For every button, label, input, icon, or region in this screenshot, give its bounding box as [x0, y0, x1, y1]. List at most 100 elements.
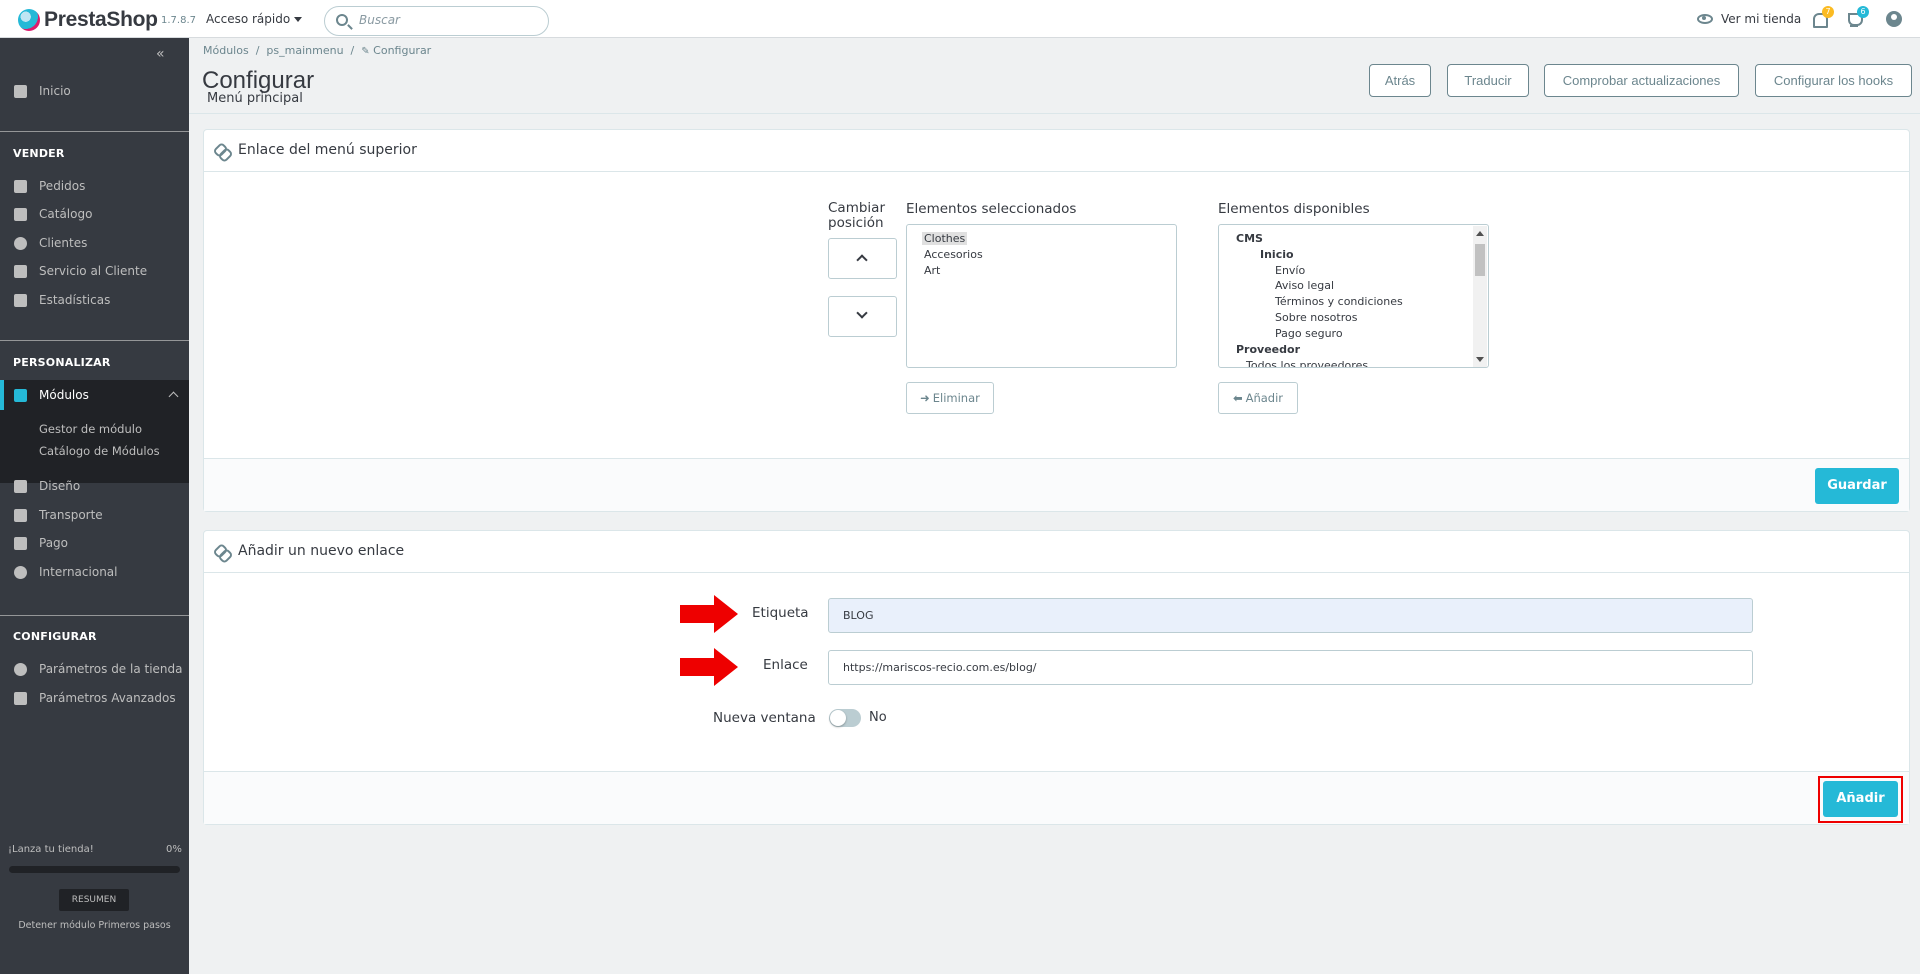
scroll-thumb[interactable]	[1475, 244, 1485, 276]
list-item[interactable]: Inicio	[1260, 248, 1294, 261]
breadcrumb-item[interactable]: ps_mainmenu	[266, 44, 343, 57]
sidebar-item-label: Parámetros de la tienda	[39, 662, 183, 676]
move-up-button[interactable]	[828, 238, 897, 279]
panel-title: Enlace del menú superior	[238, 142, 417, 158]
notification-badge: 7	[1822, 6, 1834, 18]
arrow-left-icon: ⬅	[1232, 391, 1243, 405]
move-down-button[interactable]	[828, 296, 897, 337]
selected-items-list[interactable]: Clothes Accesorios Art	[906, 224, 1177, 368]
sidebar-item-label: Inicio	[39, 84, 71, 98]
page-subtitle: Menú principal	[207, 91, 303, 106]
list-item[interactable]: Sobre nosotros	[1275, 311, 1357, 324]
puzzle-icon	[14, 388, 27, 402]
launch-store-label: ¡Lanza tu tienda!	[8, 844, 94, 855]
stop-onboarding-link[interactable]: Detener módulo Primeros pasos	[0, 920, 189, 931]
available-items-list[interactable]: CMS Inicio Envío Aviso legal Términos y …	[1218, 224, 1489, 368]
list-item[interactable]: Todos los proveedores	[1246, 359, 1368, 367]
puffin-logo-icon	[18, 9, 40, 31]
top-menu-links-panel: Enlace del menú superior Cambiar posición…	[203, 129, 1910, 512]
list-item[interactable]: Proveedor	[1236, 343, 1300, 356]
sidebar-item-label: Parámetros Avanzados	[39, 691, 176, 705]
active-indicator	[0, 380, 4, 410]
list-item[interactable]: Art	[924, 264, 940, 277]
list-scrollbar[interactable]	[1473, 226, 1487, 367]
save-button[interactable]: Guardar	[1815, 468, 1899, 504]
translate-button[interactable]: Traducir	[1447, 64, 1529, 97]
version-label: 1.7.8.7	[161, 15, 196, 26]
list-item[interactable]: Términos y condiciones	[1275, 295, 1403, 308]
breadcrumb-item[interactable]: Módulos	[203, 44, 249, 57]
label-input[interactable]: BLOG	[828, 598, 1753, 633]
trophy-icon[interactable]: 6	[1845, 6, 1869, 30]
list-item[interactable]: CMS	[1236, 232, 1263, 245]
change-position-line: posición	[828, 215, 884, 231]
logo-word: PrestaShop	[44, 8, 158, 31]
new-window-toggle[interactable]	[829, 709, 861, 727]
list-item[interactable]: Envío	[1275, 264, 1305, 277]
configure-hooks-button[interactable]: Configurar los hooks	[1755, 64, 1912, 97]
list-item[interactable]: Clothes	[922, 232, 968, 245]
launch-percent: 0%	[166, 844, 182, 855]
sidebar-item-home[interactable]: Inicio	[14, 84, 71, 98]
view-store-label: Ver mi tienda	[1721, 12, 1802, 26]
sidebar-item-international[interactable]: Internacional	[14, 565, 117, 579]
check-updates-button[interactable]: Comprobar actualizaciones	[1544, 64, 1739, 97]
credit-card-icon	[14, 536, 27, 550]
sidebar-item-customers[interactable]: Clientes	[14, 236, 87, 250]
change-position-label: Cambiar posición	[828, 201, 885, 231]
panel-title: Añadir un nuevo enlace	[238, 543, 405, 559]
sidebar-section-customize: PERSONALIZAR	[13, 356, 111, 369]
search-box[interactable]	[324, 6, 549, 36]
bell-icon[interactable]: 7	[1810, 6, 1834, 30]
wrench-icon: ✎	[361, 46, 370, 57]
sidebar-subitem-module-manager[interactable]: Gestor de módulo	[39, 422, 142, 436]
link-icon	[214, 143, 230, 159]
add-label: Añadir	[1245, 391, 1284, 405]
trophy-badge: 6	[1857, 6, 1869, 18]
sidebar-subitem-module-catalog[interactable]: Catálogo de Módulos	[39, 444, 160, 458]
collapse-sidebar-icon[interactable]: «	[156, 46, 164, 62]
sidebar-divider	[0, 340, 189, 341]
sidebar-section-sell: VENDER	[13, 147, 65, 160]
remove-button[interactable]: ➜ Eliminar	[906, 382, 994, 414]
red-arrow-annotation-icon	[680, 595, 738, 633]
logo-text: PrestaShop	[44, 8, 158, 32]
chat-icon	[14, 264, 27, 278]
remove-label: Eliminar	[932, 391, 980, 405]
chevron-up-icon	[856, 254, 868, 266]
arrow-right-icon: ➜	[920, 391, 930, 405]
sidebar-item-label: Pedidos	[39, 179, 86, 193]
sidebar-item-modules[interactable]: Módulos	[14, 388, 89, 402]
breadcrumb: Módulos / ps_mainmenu / ✎ Configurar	[203, 44, 432, 57]
prestashop-logo[interactable]: PrestaShop	[18, 8, 158, 32]
list-item[interactable]: Pago seguro	[1275, 327, 1343, 340]
sidebar-item-customer-service[interactable]: Servicio al Cliente	[14, 264, 147, 278]
gear-icon	[14, 662, 27, 676]
back-button[interactable]: Atrás	[1369, 64, 1431, 97]
sidebar-item-orders[interactable]: Pedidos	[14, 179, 85, 193]
account-circle-icon	[14, 236, 27, 250]
sidebar-item-payment[interactable]: Pago	[14, 536, 68, 550]
view-store-link[interactable]: Ver mi tienda	[1697, 12, 1801, 26]
scroll-down-icon	[1476, 357, 1484, 362]
basket-icon	[14, 179, 27, 193]
list-item[interactable]: Aviso legal	[1275, 279, 1334, 292]
user-account-icon[interactable]	[1885, 10, 1905, 30]
sidebar-item-design[interactable]: Diseño	[14, 479, 80, 493]
sidebar-item-advanced-params[interactable]: Parámetros Avanzados	[14, 691, 176, 705]
sidebar-item-stats[interactable]: Estadísticas	[14, 293, 110, 307]
link-field-label: Enlace	[763, 657, 808, 673]
quick-access-dropdown[interactable]: Acceso rápido	[206, 12, 303, 26]
search-input[interactable]	[359, 13, 539, 27]
link-icon	[214, 544, 230, 560]
available-items-label: Elementos disponibles	[1218, 201, 1370, 217]
sidebar-item-shop-params[interactable]: Parámetros de la tienda	[14, 662, 183, 676]
link-input[interactable]: https://mariscos-recio.com.es/blog/	[828, 650, 1753, 685]
resumen-button[interactable]: RESUMEN	[59, 889, 129, 911]
add-item-button[interactable]: ⬅ Añadir	[1218, 382, 1298, 414]
top-header: PrestaShop 1.7.8.7 Acceso rápido Ver mi …	[0, 0, 1920, 38]
label-field-label: Etiqueta	[752, 605, 809, 621]
list-item[interactable]: Accesorios	[924, 248, 983, 261]
sidebar-item-catalog[interactable]: Catálogo	[14, 207, 92, 221]
sidebar-item-shipping[interactable]: Transporte	[14, 508, 103, 522]
